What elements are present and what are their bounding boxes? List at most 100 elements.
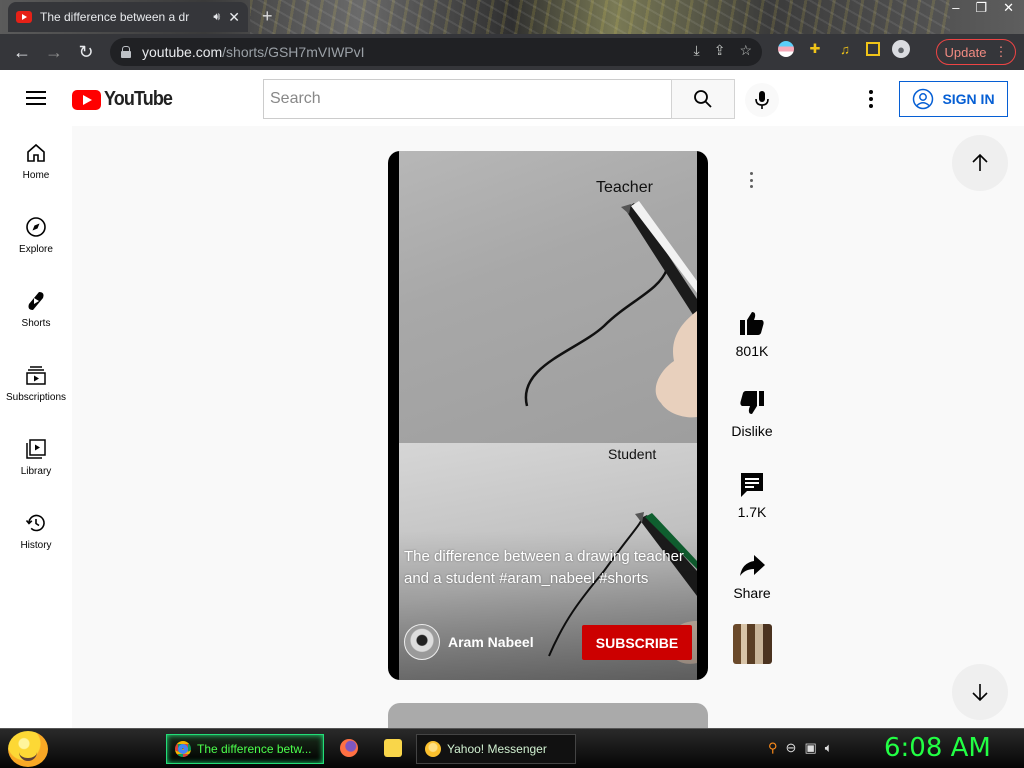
subscribe-button[interactable]: SUBSCRIBE xyxy=(582,625,692,660)
shorts-icon xyxy=(28,292,44,310)
arrow-up-icon xyxy=(972,153,988,171)
browser-tab[interactable]: The difference between a dr 🔊︎ ✕ xyxy=(8,2,248,32)
share-label: Share xyxy=(733,585,771,601)
share-page-icon[interactable]: ⇪ xyxy=(714,42,726,59)
close-tab-icon[interactable]: ✕ xyxy=(228,9,240,26)
network-tray-icon[interactable]: ▣ xyxy=(804,740,816,756)
nav-label: History xyxy=(20,540,52,551)
like-button[interactable]: 801K xyxy=(722,309,782,359)
taskbar-clock[interactable]: 6:08 AM xyxy=(884,733,991,763)
restore-button[interactable]: ❐ xyxy=(975,0,987,16)
os-taskbar: The difference betw... Yahoo! Messenger … xyxy=(0,728,1024,768)
nav-item-history[interactable]: History xyxy=(0,496,72,570)
audio-source-thumbnail[interactable] xyxy=(733,624,772,664)
nav-item-shorts[interactable]: Shorts xyxy=(0,274,72,348)
youtube-favicon-icon xyxy=(16,11,32,23)
dislike-label: Dislike xyxy=(731,423,773,439)
nav-label: Subscriptions xyxy=(5,392,67,403)
yahoo-messenger-icon xyxy=(425,741,441,757)
settings-more-icon[interactable] xyxy=(862,90,880,108)
like-count: 801K xyxy=(735,343,769,359)
short-video-frame[interactable]: Teacher Student xyxy=(399,151,697,680)
flag-extension-icon[interactable] xyxy=(778,41,794,57)
bookmark-star-icon[interactable]: ☆ xyxy=(739,42,752,59)
address-url[interactable]: youtube.com/shorts/GSH7mVIWPvI xyxy=(142,44,365,60)
short-caption: The difference between a drawing teacher… xyxy=(404,548,684,587)
nav-label: Shorts xyxy=(21,318,51,329)
student-label: Student xyxy=(608,446,657,462)
subscriptions-icon xyxy=(26,366,46,385)
volume-tray-icon[interactable]: 🔈︎ xyxy=(825,740,833,756)
shorts-player[interactable]: Teacher Student The difference between a… xyxy=(388,151,708,680)
reload-button[interactable]: ↻ xyxy=(70,42,102,63)
comment-icon xyxy=(741,473,763,497)
youtube-header: YouTube SIGN IN xyxy=(0,70,1024,126)
account-circle-icon xyxy=(913,88,934,110)
sign-in-button[interactable]: SIGN IN xyxy=(899,81,1008,117)
task-label: The difference betw... xyxy=(197,742,312,756)
speaker-icon[interactable]: 🔊︎ xyxy=(213,11,220,24)
address-bar[interactable]: youtube.com/shorts/GSH7mVIWPvI ⤓ ⇪ ☆ xyxy=(110,38,762,66)
youtube-play-logo-icon xyxy=(72,89,101,110)
arrow-down-icon xyxy=(972,684,988,702)
taskbar-task-browser[interactable]: The difference betw... xyxy=(166,734,324,764)
desktop-wallpaper-strip xyxy=(250,0,950,34)
search-button[interactable] xyxy=(671,79,735,119)
media-control-icon[interactable]: ♫ xyxy=(836,40,854,58)
back-button[interactable]: ← xyxy=(6,42,38,63)
forward-button[interactable]: → xyxy=(38,42,70,63)
browser-toolbar: ← → ↻ youtube.com/shorts/GSH7mVIWPvI ⤓ ⇪… xyxy=(0,34,1024,70)
search-tray-icon[interactable]: ⚲ xyxy=(768,740,778,756)
task-label: Yahoo! Messenger xyxy=(447,742,547,756)
menu-icon[interactable] xyxy=(26,91,46,105)
search-input[interactable] xyxy=(270,90,672,108)
profile-avatar-icon[interactable]: ● xyxy=(892,40,910,58)
share-button[interactable]: Share xyxy=(722,551,782,601)
microphone-icon xyxy=(755,91,769,109)
youtube-wordmark: YouTube xyxy=(104,88,173,110)
chrome-icon xyxy=(175,741,191,757)
channel-avatar[interactable] xyxy=(404,624,440,660)
next-short-button[interactable] xyxy=(952,664,1008,720)
minimize-button[interactable]: – xyxy=(952,0,959,16)
nav-item-subscriptions[interactable]: Subscriptions xyxy=(0,348,72,422)
taskbar-task-yahoo[interactable]: Yahoo! Messenger xyxy=(416,734,576,764)
comment-count: 1.7K xyxy=(737,504,767,520)
firefox-icon[interactable] xyxy=(340,739,358,757)
side-panel-icon[interactable] xyxy=(866,42,880,56)
channel-info[interactable]: Aram Nabeel xyxy=(404,624,534,660)
next-short-preview[interactable] xyxy=(388,703,708,728)
sign-in-label: SIGN IN xyxy=(942,91,995,107)
search-icon xyxy=(694,90,712,108)
system-tray: ⚲ ⊖ ▣ 🔈︎ xyxy=(768,740,833,756)
folder-icon[interactable] xyxy=(384,739,402,757)
chrome-menu-icon[interactable]: ⋮ xyxy=(994,44,1007,60)
comments-button[interactable]: 1.7K xyxy=(722,470,782,520)
new-tab-button[interactable]: + xyxy=(262,6,273,27)
update-button[interactable]: Update ⋮ xyxy=(936,39,1016,65)
update-label: Update xyxy=(944,44,987,60)
nav-item-explore[interactable]: Explore xyxy=(0,200,72,274)
nav-label: Home xyxy=(22,170,50,181)
start-button-smiley-icon[interactable] xyxy=(8,731,48,767)
channel-name[interactable]: Aram Nabeel xyxy=(448,634,534,650)
status-tray-icon[interactable]: ⊖ xyxy=(786,740,797,756)
nav-item-library[interactable]: Library xyxy=(0,422,72,496)
tab-title: The difference between a dr xyxy=(40,10,190,24)
dislike-button[interactable]: Dislike xyxy=(722,389,782,439)
short-more-options-icon[interactable] xyxy=(742,171,760,189)
extensions-puzzle-icon[interactable]: ✚ xyxy=(806,40,824,58)
thumbs-down-icon xyxy=(740,391,764,414)
home-icon xyxy=(27,143,45,162)
install-app-icon[interactable]: ⤓ xyxy=(694,42,700,59)
voice-search-button[interactable] xyxy=(745,83,779,117)
nav-item-home[interactable]: Home xyxy=(0,126,72,200)
window-close-button[interactable]: ✕ xyxy=(1003,0,1014,16)
nav-label: Library xyxy=(20,466,52,477)
youtube-logo[interactable]: YouTube xyxy=(72,88,180,111)
lock-icon[interactable] xyxy=(120,46,132,58)
previous-short-button[interactable] xyxy=(952,135,1008,191)
history-icon xyxy=(25,514,45,532)
search-box xyxy=(263,79,672,119)
browser-title-bar: The difference between a dr 🔊︎ ✕ + – ❐ ✕ xyxy=(0,0,1024,34)
